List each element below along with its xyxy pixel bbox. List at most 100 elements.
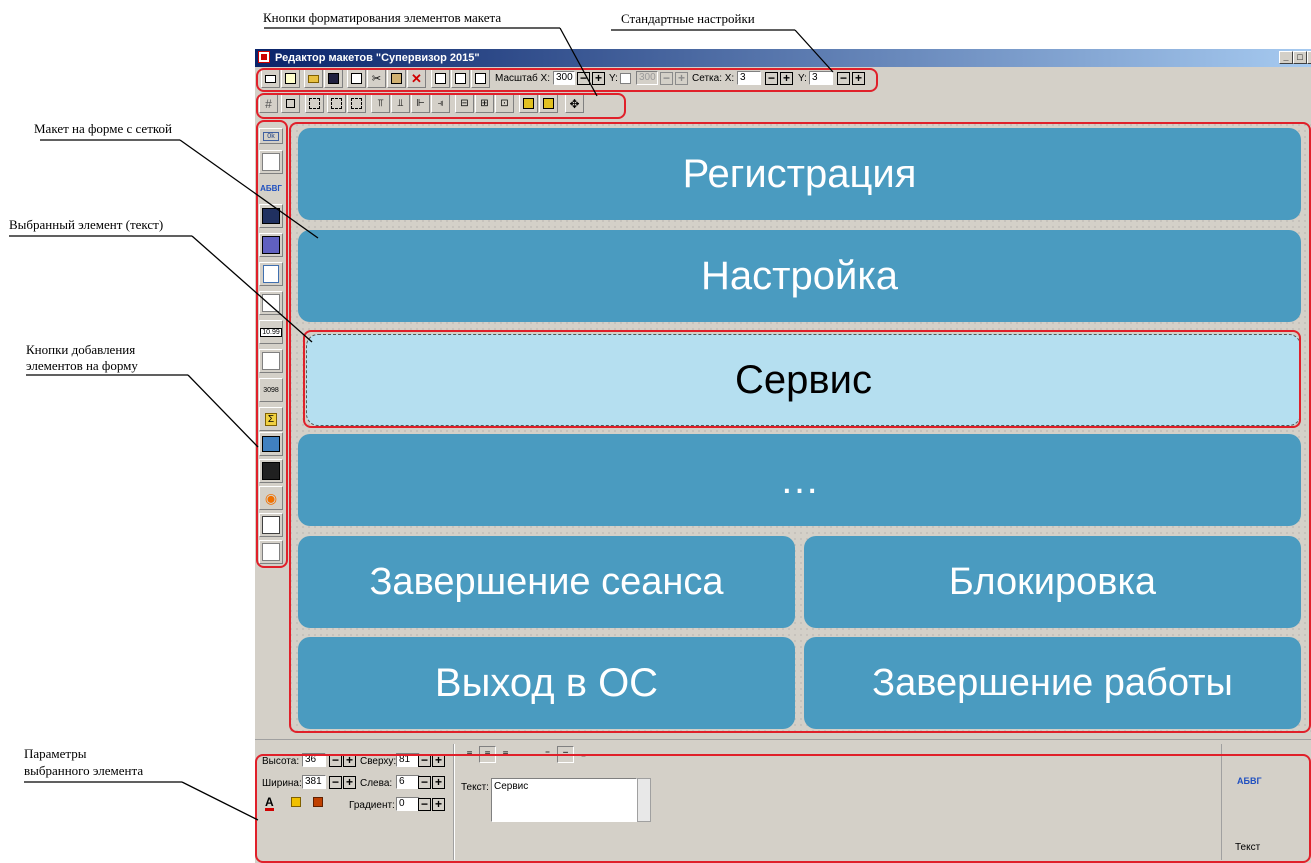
- center-horizontal-icon: ⊞: [480, 98, 489, 109]
- frame-button[interactable]: [281, 94, 300, 113]
- move-button[interactable]: ✥: [565, 94, 584, 113]
- scale-y-checkbox[interactable]: [620, 73, 631, 84]
- snap-grid-button[interactable]: #: [259, 94, 278, 113]
- grid-x-increase[interactable]: +: [780, 72, 793, 85]
- frame-icon: [262, 153, 280, 171]
- top-field[interactable]: 81: [396, 753, 420, 767]
- add-table-element[interactable]: [259, 291, 283, 315]
- align-top-button[interactable]: ⫪: [371, 94, 390, 113]
- text-input[interactable]: Сервис: [491, 778, 637, 822]
- form-view-button[interactable]: [471, 69, 490, 88]
- add-image-element[interactable]: [259, 204, 283, 228]
- width-field[interactable]: 381: [302, 775, 326, 789]
- text-scrollbar[interactable]: [637, 778, 651, 822]
- open-button[interactable]: [304, 69, 323, 88]
- layout-canvas[interactable]: Регистрация Настройка Сервис … Завершени…: [288, 122, 1311, 732]
- align-text-right-button[interactable]: ≡: [497, 746, 514, 763]
- height-increase[interactable]: +: [343, 754, 356, 767]
- tile-exit-os[interactable]: Выход в ОС: [298, 637, 795, 729]
- same-height-button[interactable]: [347, 94, 366, 113]
- left-decrease[interactable]: −: [418, 776, 431, 789]
- minimize-button[interactable]: _: [1279, 51, 1293, 64]
- width-decrease[interactable]: −: [329, 776, 342, 789]
- text-color-icon[interactable]: A: [265, 796, 274, 811]
- clipboard-icon: [391, 73, 402, 84]
- add-video-element[interactable]: [259, 459, 283, 483]
- add-object-element[interactable]: [259, 233, 283, 257]
- gradient-decrease[interactable]: −: [418, 798, 431, 811]
- tile-registration[interactable]: Регистрация: [298, 128, 1301, 220]
- align-text-center-button[interactable]: ≡: [479, 746, 496, 763]
- tile-lock[interactable]: Блокировка: [804, 536, 1301, 628]
- valign-bottom-button[interactable]: ₌: [575, 746, 592, 763]
- tile-shutdown[interactable]: Завершение работы: [804, 637, 1301, 729]
- tile-settings[interactable]: Настройка: [298, 230, 1301, 322]
- send-to-back-button[interactable]: [539, 94, 558, 113]
- save-button[interactable]: [324, 69, 343, 88]
- left-field[interactable]: 6: [396, 775, 420, 789]
- align-right-button[interactable]: ⫣: [431, 94, 450, 113]
- copy-button[interactable]: [347, 69, 366, 88]
- add-media-element[interactable]: ◉: [259, 486, 283, 510]
- add-checkbox-element[interactable]: [259, 432, 283, 456]
- add-document-element[interactable]: [259, 262, 283, 286]
- scale-y-increase[interactable]: +: [675, 72, 688, 85]
- valign-top-button[interactable]: ⁼: [539, 746, 556, 763]
- add-tree-element[interactable]: [259, 513, 283, 537]
- add-text-element[interactable]: АБВГ: [259, 179, 283, 197]
- top-decrease[interactable]: −: [418, 754, 431, 767]
- align-left-button[interactable]: ⊩: [411, 94, 430, 113]
- height-decrease[interactable]: −: [329, 754, 342, 767]
- center-vertical-button[interactable]: ⊟: [455, 94, 474, 113]
- add-sum-element[interactable]: Σ: [259, 407, 283, 431]
- maximize-button[interactable]: □: [1293, 51, 1307, 64]
- same-size-button[interactable]: [305, 94, 324, 113]
- add-counter-element[interactable]: 3098: [259, 378, 283, 402]
- scale-y-field[interactable]: 300: [636, 71, 658, 85]
- print-button[interactable]: [261, 69, 280, 88]
- tile-ellipsis[interactable]: …: [298, 434, 1301, 526]
- grid-y-increase[interactable]: +: [852, 72, 865, 85]
- list-view-button[interactable]: [451, 69, 470, 88]
- add-button-element[interactable]: 0k: [259, 128, 283, 144]
- grid-x-decrease[interactable]: −: [765, 72, 778, 85]
- tile-end-session[interactable]: Завершение сеанса: [298, 536, 795, 628]
- close-button[interactable]: x: [1307, 51, 1311, 64]
- height-field[interactable]: 36: [302, 753, 326, 767]
- add-list-element[interactable]: [259, 349, 283, 373]
- align-text-left-button[interactable]: ≡: [461, 746, 478, 763]
- grid-y-field[interactable]: 3: [809, 71, 833, 85]
- left-increase[interactable]: +: [432, 776, 445, 789]
- scale-x-increase[interactable]: +: [592, 72, 605, 85]
- add-grid-element[interactable]: [259, 540, 283, 564]
- align-bottom-button[interactable]: ⫫: [391, 94, 410, 113]
- scale-y-decrease[interactable]: −: [660, 72, 673, 85]
- grid-view-button[interactable]: [431, 69, 450, 88]
- valign-middle-button[interactable]: =: [557, 746, 574, 763]
- gradient-field[interactable]: 0: [396, 797, 420, 811]
- gradient-increase[interactable]: +: [432, 798, 445, 811]
- fill-color-icon[interactable]: [291, 797, 301, 807]
- add-elements-panel: 0k АБВГ 10.99 3098 Σ ◉: [256, 122, 286, 569]
- valign-middle-icon: =: [562, 749, 569, 760]
- add-number-element[interactable]: 10.99: [259, 320, 283, 344]
- scale-x-field[interactable]: 300: [553, 71, 575, 85]
- center-both-button[interactable]: ⊡: [495, 94, 514, 113]
- same-width-button[interactable]: [327, 94, 346, 113]
- width-increase[interactable]: +: [343, 776, 356, 789]
- print-preview-button[interactable]: [281, 69, 300, 88]
- grid-x-field[interactable]: 3: [737, 71, 761, 85]
- cut-button[interactable]: ✂: [367, 69, 386, 88]
- gradient-color-icon[interactable]: [313, 797, 323, 807]
- add-frame-element[interactable]: [259, 150, 283, 174]
- scale-x-decrease[interactable]: −: [577, 72, 590, 85]
- paste-button[interactable]: [387, 69, 406, 88]
- grid-y-decrease[interactable]: −: [837, 72, 850, 85]
- tile-service-selected[interactable]: Сервис: [306, 334, 1301, 426]
- center-horizontal-button[interactable]: ⊞: [475, 94, 494, 113]
- bring-to-front-button[interactable]: [519, 94, 538, 113]
- top-label: Сверху:: [360, 756, 397, 767]
- delete-button[interactable]: ✕: [407, 69, 426, 88]
- top-increase[interactable]: +: [432, 754, 445, 767]
- annotation-layout-grid: Макет на форме с сеткой: [34, 121, 172, 136]
